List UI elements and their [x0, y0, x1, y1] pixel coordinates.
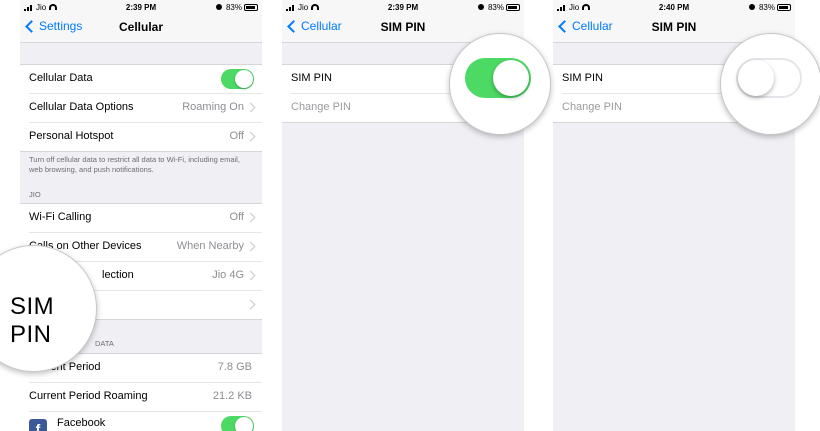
section-header-jio: JIO: [29, 190, 41, 199]
cellular-data-toggle[interactable]: [221, 69, 254, 89]
sim-pin-toggle[interactable]: [465, 58, 531, 98]
alarm-icon: [477, 4, 484, 10]
chevron-right-icon: [245, 102, 256, 113]
alarm-icon: [215, 4, 222, 10]
alarm-icon: [748, 4, 755, 10]
battery: 83%: [215, 3, 258, 12]
battery-icon: [506, 4, 520, 11]
row-wifi-calling[interactable]: Wi-Fi Calling Off: [29, 204, 262, 233]
battery: 83%: [748, 3, 791, 12]
cellular-footer-text: Turn off cellular data to restrict all d…: [29, 155, 240, 174]
nav-bar: Settings Cellular: [20, 14, 262, 43]
section-header-data: DATA: [95, 339, 114, 348]
battery: 83%: [477, 3, 520, 12]
row-cellular-data-options[interactable]: Cellular Data Options Roaming On: [29, 94, 262, 123]
status-bar: Jio 2:39 PM 83%: [20, 0, 262, 14]
row-facebook[interactable]: f Facebook: [29, 412, 262, 431]
page-title: SIM PIN: [651, 20, 697, 34]
row-personal-hotspot[interactable]: Personal Hotspot Off: [29, 123, 262, 151]
status-bar: Jio 2:40 PM 83%: [553, 0, 795, 14]
page-title: SIM PIN: [380, 20, 426, 34]
sim-pin-toggle-magnifier-on: [449, 33, 551, 135]
page-title: Cellular: [118, 20, 163, 34]
facebook-icon: f: [29, 419, 47, 431]
sim-pin-toggle-magnifier-off: [720, 33, 820, 135]
status-bar: Jio 2:39 PM 83%: [282, 0, 524, 14]
chevron-right-icon: [245, 212, 256, 223]
facebook-toggle[interactable]: [221, 416, 254, 431]
chevron-right-icon: [245, 131, 256, 142]
sim-pin-toggle[interactable]: [736, 58, 802, 98]
battery-icon: [244, 4, 258, 11]
chevron-right-icon: [245, 270, 256, 281]
battery-icon: [777, 4, 791, 11]
cellular-group: Cellular Data Cellular Data Options Roam…: [20, 64, 262, 152]
row-current-period-roaming: Current Period Roaming 21.2 KB: [29, 383, 262, 412]
toggle-knob: [738, 60, 774, 96]
row-cellular-data[interactable]: Cellular Data: [29, 65, 262, 94]
chevron-right-icon: [245, 241, 256, 252]
chevron-right-icon: [245, 299, 256, 310]
toggle-knob: [493, 60, 529, 96]
